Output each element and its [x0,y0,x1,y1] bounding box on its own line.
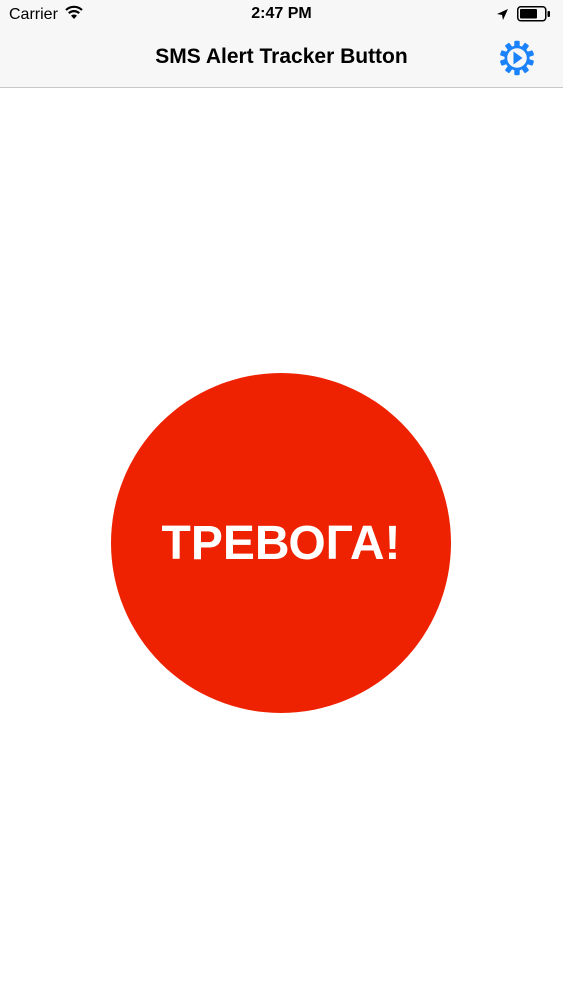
battery-icon [517,6,551,27]
gear-icon [500,40,534,76]
status-bar: Carrier 2:47 PM [0,0,563,30]
status-right [496,6,551,27]
page-title: SMS Alert Tracker Button [155,45,408,68]
navigation-bar: SMS Alert Tracker Button [0,30,563,88]
status-time: 2:47 PM [251,5,312,22]
alarm-button-label: ТРЕВОГА! [161,516,401,570]
location-arrow-icon [496,8,509,26]
alarm-button[interactable]: ТРЕВОГА! [111,373,451,713]
settings-button[interactable] [498,39,536,77]
